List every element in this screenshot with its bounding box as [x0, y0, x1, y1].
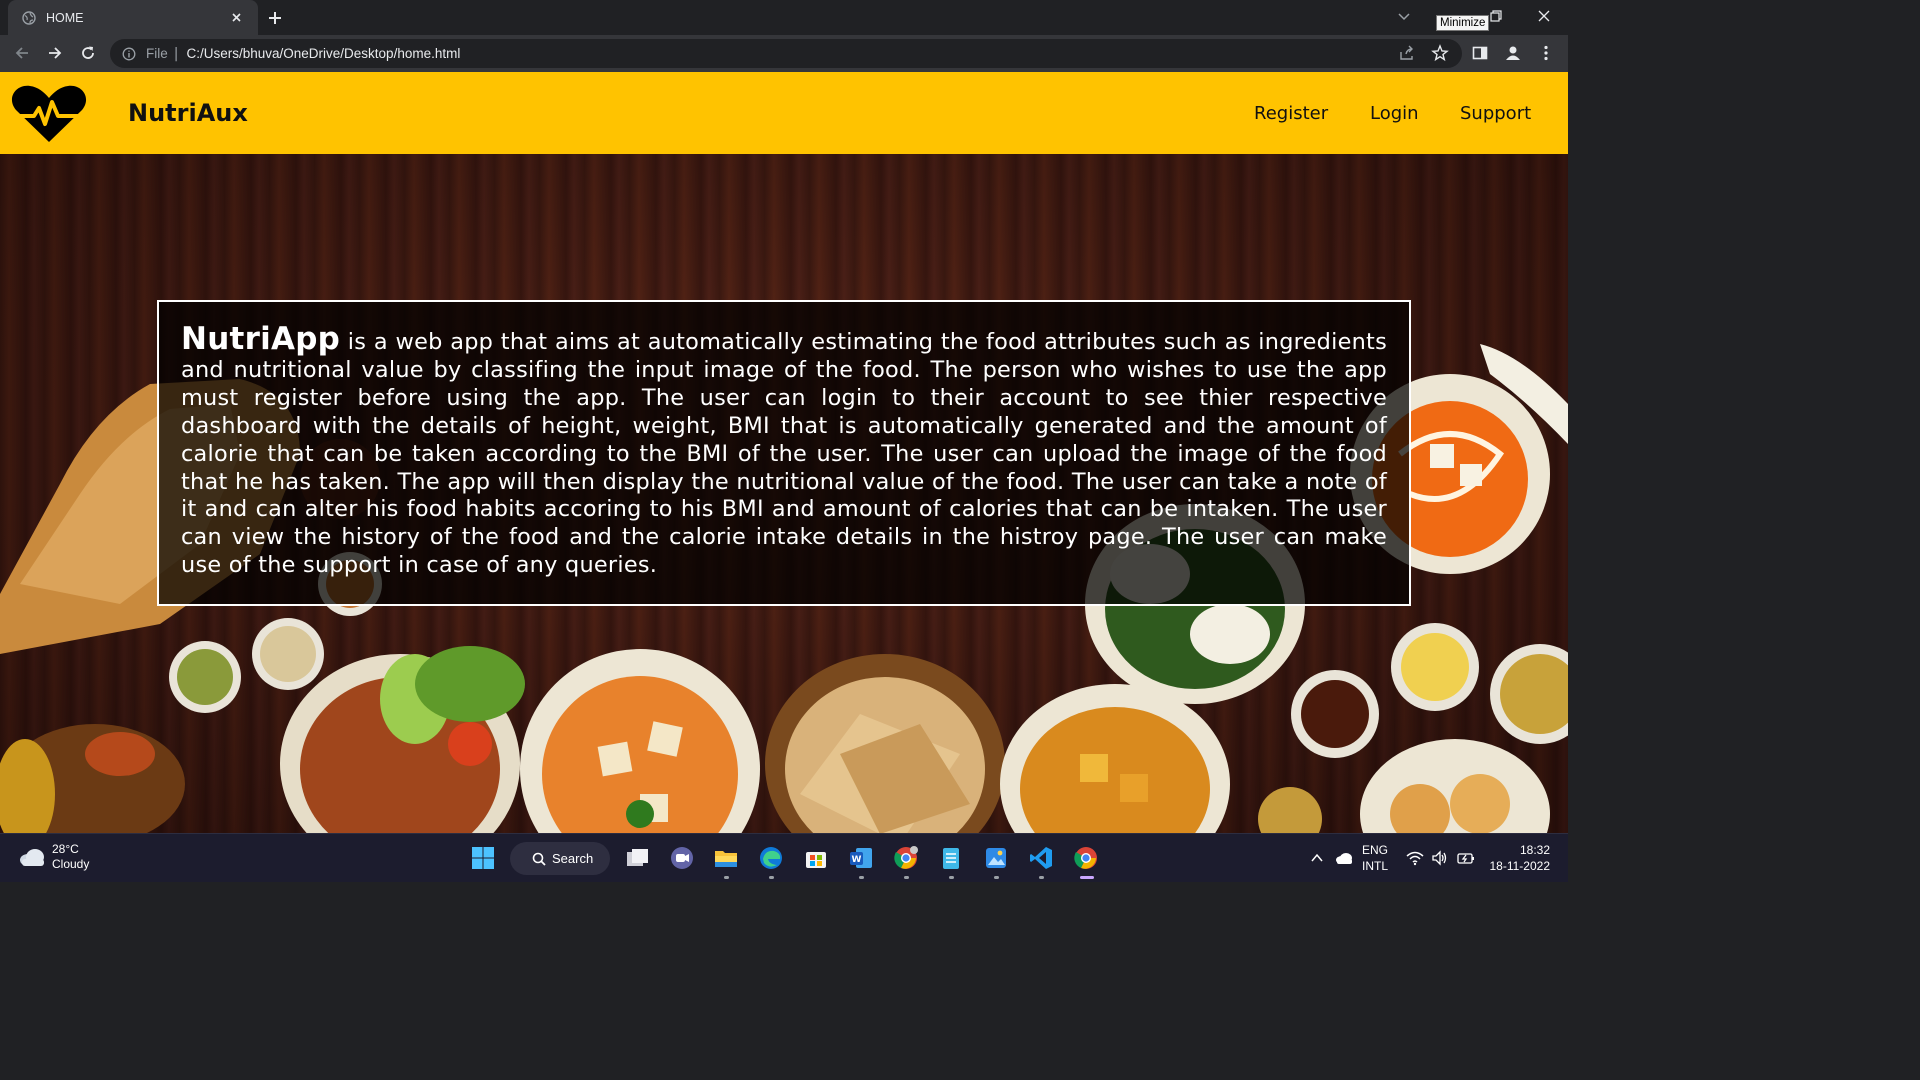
wifi-icon[interactable]	[1406, 850, 1424, 866]
heart-pulse-logo-icon[interactable]	[10, 84, 88, 144]
language-indicator[interactable]: ENG INTL	[1362, 842, 1388, 874]
running-indicator	[994, 876, 999, 879]
reload-icon[interactable]	[79, 44, 97, 62]
onedrive-cloud-icon[interactable]	[1334, 850, 1354, 866]
task-view-icon[interactable]	[623, 844, 651, 872]
search-label: Search	[552, 851, 594, 866]
weather-temp: 28°C	[52, 842, 79, 856]
windows-taskbar: 28°C Cloudy Search W ENG INTL 18:32 18-1…	[0, 833, 1568, 882]
address-bar[interactable]: File | C:/Users/bhuva/OneDrive/Desktop/h…	[110, 39, 1462, 68]
clock-time: 18:32	[1519, 843, 1550, 857]
nav-login-link[interactable]: Login	[1370, 103, 1419, 124]
chevron-up-icon[interactable]	[1309, 850, 1325, 866]
teams-chat-icon[interactable]	[668, 844, 696, 872]
forward-arrow-icon[interactable]	[46, 44, 64, 62]
side-panel-icon[interactable]	[1471, 44, 1489, 62]
lang-top: ENG	[1362, 843, 1389, 857]
info-icon[interactable]	[122, 47, 136, 61]
back-arrow-icon[interactable]	[13, 44, 31, 62]
restore-window-icon[interactable]	[1488, 8, 1504, 24]
clock-date: 18-11-2022	[1489, 859, 1551, 873]
file-explorer-icon[interactable]	[712, 844, 740, 872]
search-icon	[532, 852, 546, 866]
url-scheme: File	[146, 46, 168, 61]
brand-name[interactable]: NutriAux	[128, 99, 248, 127]
browser-tabstrip: HOME Minimize	[0, 0, 1568, 35]
bookmark-star-icon[interactable]	[1431, 44, 1449, 62]
weather-widget[interactable]: 28°C Cloudy	[18, 842, 89, 872]
app-name-heading: NutriApp	[181, 321, 341, 357]
browser-tab-home[interactable]: HOME	[8, 0, 258, 35]
nav-support-link[interactable]: Support	[1460, 103, 1531, 124]
new-tab-icon[interactable]	[266, 9, 284, 27]
browser-toolbar: File | C:/Users/bhuva/OneDrive/Desktop/h…	[0, 35, 1568, 72]
running-indicator	[769, 876, 774, 879]
close-window-icon[interactable]	[1536, 8, 1552, 24]
microsoft-store-icon[interactable]	[802, 844, 830, 872]
profile-icon[interactable]	[1504, 44, 1522, 62]
notepad-icon[interactable]	[937, 844, 965, 872]
url-text[interactable]: C:/Users/bhuva/OneDrive/Desktop/home.htm…	[186, 46, 460, 61]
url-separator: |	[173, 45, 179, 62]
about-paragraph: NutriApp is a web app that aims at autom…	[181, 324, 1387, 580]
volume-icon[interactable]	[1431, 850, 1449, 866]
chrome-profile-icon[interactable]	[892, 844, 920, 872]
close-tab-icon[interactable]	[229, 10, 244, 25]
menu-kebab-icon[interactable]	[1537, 44, 1555, 62]
chrome-active-icon[interactable]	[1072, 844, 1100, 872]
cloud-icon	[20, 849, 44, 866]
running-indicator	[949, 876, 954, 879]
globe-icon	[22, 10, 36, 25]
nav-register-link[interactable]: Register	[1254, 103, 1328, 124]
vscode-icon[interactable]	[1027, 844, 1055, 872]
clock[interactable]: 18:32 18-11-2022	[1488, 842, 1551, 874]
svg-text:W: W	[852, 855, 862, 865]
site-navbar: NutriAux Register Login Support	[0, 72, 1568, 154]
about-info-box: NutriApp is a web app that aims at autom…	[157, 300, 1411, 606]
running-indicator	[1039, 876, 1044, 879]
active-app-indicator	[1080, 876, 1094, 879]
running-indicator	[859, 876, 864, 879]
app-description: is a web app that aims at automatically …	[181, 329, 1387, 579]
minimize-tooltip: Minimize	[1436, 15, 1490, 31]
battery-charging-icon[interactable]	[1456, 850, 1476, 866]
chevron-down-icon[interactable]	[1396, 8, 1412, 24]
running-indicator	[904, 876, 909, 879]
windows-start-icon[interactable]	[469, 844, 497, 872]
share-icon[interactable]	[1398, 44, 1416, 62]
hero-section: NutriApp is a web app that aims at autom…	[0, 154, 1568, 833]
weather-desc: Cloudy	[52, 857, 90, 871]
taskbar-search[interactable]: Search	[510, 842, 610, 875]
webpage: NutriAux Register Login Support NutriApp…	[0, 72, 1568, 833]
lang-bottom: INTL	[1362, 859, 1389, 873]
edge-browser-icon[interactable]	[757, 844, 785, 872]
photos-icon[interactable]	[982, 844, 1010, 872]
tab-title: HOME	[46, 10, 84, 25]
running-indicator	[724, 876, 729, 879]
word-icon[interactable]: W	[847, 844, 875, 872]
